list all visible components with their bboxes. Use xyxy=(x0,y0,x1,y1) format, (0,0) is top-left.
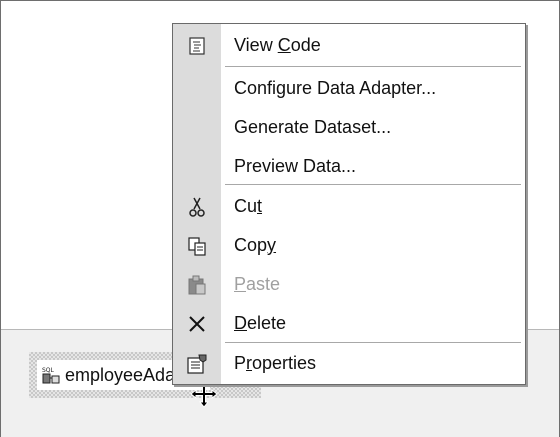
menu-item-label: Copy xyxy=(234,235,277,255)
copy-icon xyxy=(188,236,206,256)
context-menu: View Code Configure Data Adapter... Gene… xyxy=(172,23,526,385)
menu-item-label: Properties xyxy=(234,353,317,373)
svg-text:SQL: SQL xyxy=(42,367,55,374)
menu-item-label: Generate Dataset... xyxy=(234,117,392,137)
delete-x-icon xyxy=(189,315,205,332)
menu-item-label: Configure Data Adapter... xyxy=(234,78,437,98)
scissors-icon xyxy=(189,197,205,217)
menu-item-label: Delete xyxy=(234,313,287,333)
menu-item-paste[interactable]: Paste xyxy=(173,265,525,304)
menu-separator xyxy=(225,342,521,343)
menu-separator xyxy=(225,184,521,185)
menu-item-properties[interactable]: Properties xyxy=(173,344,525,383)
menu-item-label: Cut xyxy=(234,196,263,216)
menu-item-configure-data-adapter[interactable]: Configure Data Adapter... xyxy=(173,69,525,108)
menu-item-label: Paste xyxy=(234,274,281,294)
menu-item-view-code[interactable]: View Code xyxy=(173,26,525,65)
menu-item-delete[interactable]: Delete xyxy=(173,304,525,343)
menu-item-label: View Code xyxy=(234,35,321,55)
menu-item-label: Preview Data... xyxy=(234,156,357,176)
properties-icon xyxy=(187,354,207,374)
menu-item-generate-dataset[interactable]: Generate Dataset... xyxy=(173,108,525,147)
view-code-icon xyxy=(189,36,205,55)
paste-icon xyxy=(188,275,206,294)
menu-item-cut[interactable]: Cut xyxy=(173,187,525,226)
sql-data-adapter-icon: SQL xyxy=(42,367,60,384)
menu-item-copy[interactable]: Copy xyxy=(173,226,525,265)
menu-item-preview-data[interactable]: Preview Data... xyxy=(173,147,525,186)
menu-separator xyxy=(225,66,521,67)
